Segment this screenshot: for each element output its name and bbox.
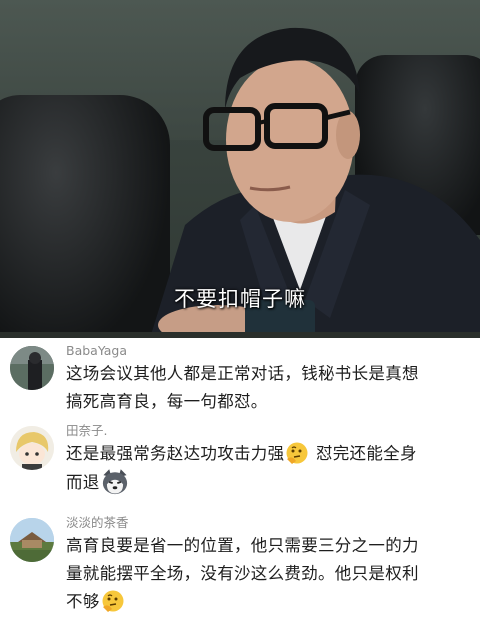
comment-text-line: 搞死高育良，每一句都怼。 [66,392,268,411]
video-subtitle: 不要扣帽子嘛 [174,287,306,311]
comment-text-line: 这场会议其他人都是正常对话，钱秘书长是真想 [66,364,419,383]
video-frame[interactable]: 不要扣帽子嘛 [0,0,480,338]
comment-text-line: 而退 [66,468,472,497]
comment-text-line: 量就能摆平全场，没有沙这么费劲。他只是权利 [66,564,419,583]
avatar[interactable] [10,346,54,390]
avatar[interactable] [10,518,54,562]
comment-username[interactable]: 田奈子. [66,422,472,440]
thinking-face-emoji-icon [102,590,124,612]
comment-text-line: 还是最强常务赵达功攻击力强 怼完还能全身 [66,440,472,468]
husky-dog-emoji-icon [102,469,127,495]
comment-item: BabaYaga 这场会议其他人都是正常对话，钱秘书长是真想 搞死高育良，每一句… [0,342,480,422]
comment-text-segment: 怼完还能全身 [310,444,417,463]
avatar[interactable] [10,426,54,470]
comment-item: 田奈子. 还是最强常务赵达功攻击力强 怼完还能全身 而退 [0,422,480,514]
comment-text-line: 不够 [66,588,472,616]
comment-text-segment: 而退 [66,473,100,492]
avatar-image [10,518,54,562]
comment-text-segment: 不够 [66,592,100,611]
comment-text-line: 高育良要是省一的位置，他只需要三分之一的力 [66,536,419,555]
avatar-image [10,346,54,390]
comment-username[interactable]: BabaYaga [66,342,472,360]
comment-username[interactable]: 淡淡的茶香 [66,514,472,532]
avatar-image [10,426,54,470]
thinking-face-emoji-icon [286,442,308,464]
comment-text-segment: 还是最强常务赵达功攻击力强 [66,444,285,463]
comment-item: 淡淡的茶香 高育良要是省一的位置，他只需要三分之一的力 量就能摆平全场，没有沙这… [0,514,480,634]
